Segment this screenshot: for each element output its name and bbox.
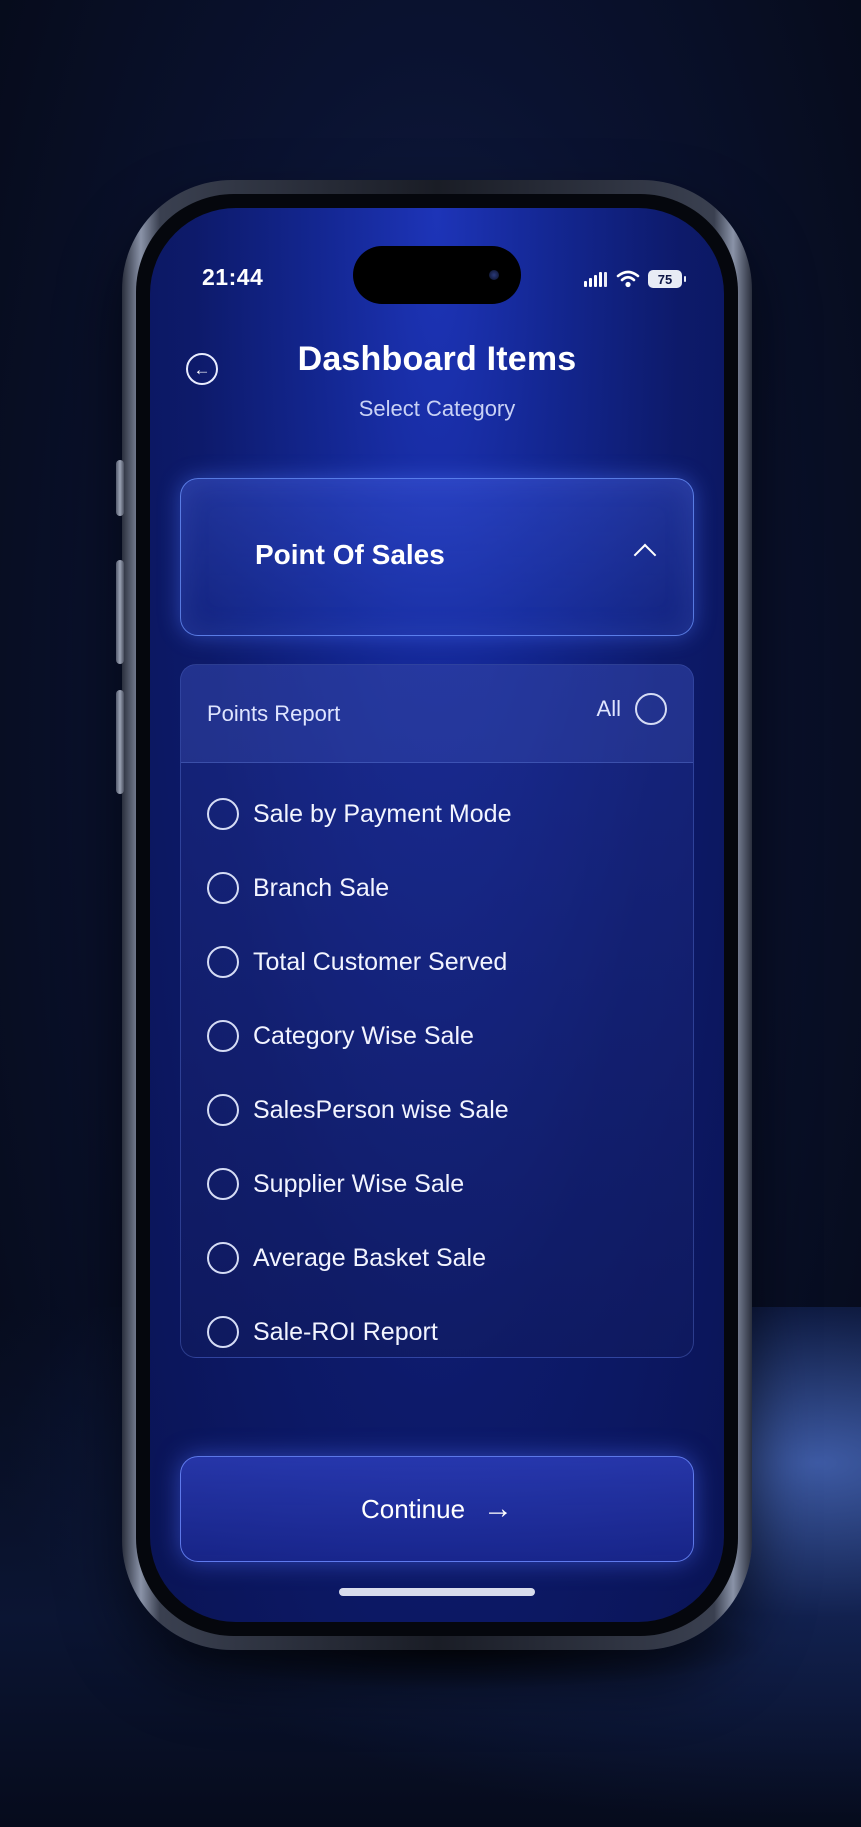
dropdown-selected-label: Point Of Sales bbox=[255, 539, 445, 570]
item-radio[interactable] bbox=[207, 798, 239, 830]
panel-header: Points Report All bbox=[181, 665, 693, 763]
item-radio[interactable] bbox=[207, 946, 239, 978]
list-item[interactable]: SalesPerson wise Sale bbox=[181, 1073, 693, 1147]
item-label: Sale-ROI Report bbox=[253, 1317, 438, 1346]
item-radio[interactable] bbox=[207, 1316, 239, 1348]
continue-button[interactable]: Continue → bbox=[180, 1456, 694, 1562]
item-radio[interactable] bbox=[207, 872, 239, 904]
list-item[interactable]: Sale by Payment Mode bbox=[181, 777, 693, 851]
status-icons: 75 bbox=[584, 270, 686, 288]
category-dropdown[interactable]: Point Of Sales bbox=[180, 478, 694, 636]
action-button bbox=[116, 460, 124, 516]
list-item[interactable]: Supplier Wise Sale bbox=[181, 1147, 693, 1221]
phone-screen: 21:44 75 ← Dashboard Items Select Catego… bbox=[150, 208, 724, 1622]
page-title: Dashboard Items bbox=[297, 340, 577, 378]
battery-icon: 75 bbox=[648, 270, 686, 288]
volume-up-button bbox=[116, 560, 124, 664]
item-label: Average Basket Sale bbox=[253, 1243, 487, 1272]
panel-title: Points Report bbox=[207, 701, 341, 726]
phone-bezel: 21:44 75 ← Dashboard Items Select Catego… bbox=[136, 194, 738, 1636]
item-label: Total Customer Served bbox=[253, 947, 508, 976]
item-radio[interactable] bbox=[207, 1020, 239, 1052]
list-item[interactable]: Sale-ROI Report bbox=[181, 1295, 693, 1357]
item-label: Supplier Wise Sale bbox=[253, 1169, 465, 1198]
volume-down-button bbox=[116, 690, 124, 794]
item-radio[interactable] bbox=[207, 1094, 239, 1126]
status-time: 21:44 bbox=[202, 264, 264, 290]
item-label: Branch Sale bbox=[253, 873, 390, 902]
page-subtitle: Select Category bbox=[358, 396, 516, 421]
item-radio[interactable] bbox=[207, 1242, 239, 1274]
arrow-right-icon: → bbox=[483, 1492, 514, 1525]
report-list: Sale by Payment Mode Branch Sale Total C… bbox=[181, 763, 693, 1357]
list-item[interactable]: Total Customer Served bbox=[181, 925, 693, 999]
item-label: SalesPerson wise Sale bbox=[253, 1095, 509, 1124]
list-item[interactable]: Category Wise Sale bbox=[181, 999, 693, 1073]
continue-label: Continue bbox=[360, 1493, 466, 1524]
report-panel: Points Report All Sale by Payment Mode B… bbox=[180, 664, 694, 1358]
dynamic-island bbox=[353, 246, 521, 304]
select-all-radio[interactable] bbox=[635, 693, 667, 725]
list-item[interactable]: Branch Sale bbox=[181, 851, 693, 925]
wifi-icon bbox=[616, 270, 640, 288]
chevron-up-icon bbox=[633, 543, 657, 567]
item-label: Sale by Payment Mode bbox=[253, 799, 512, 828]
select-all-label: All bbox=[596, 696, 621, 721]
camera-icon bbox=[489, 270, 499, 280]
home-indicator[interactable] bbox=[339, 1588, 535, 1596]
item-radio[interactable] bbox=[207, 1168, 239, 1200]
select-all-toggle[interactable]: All bbox=[597, 693, 667, 725]
phone-frame: 21:44 75 ← Dashboard Items Select Catego… bbox=[116, 180, 752, 1650]
signal-icon bbox=[584, 272, 607, 287]
list-item[interactable]: Average Basket Sale bbox=[181, 1221, 693, 1295]
item-label: Category Wise Sale bbox=[253, 1021, 474, 1050]
